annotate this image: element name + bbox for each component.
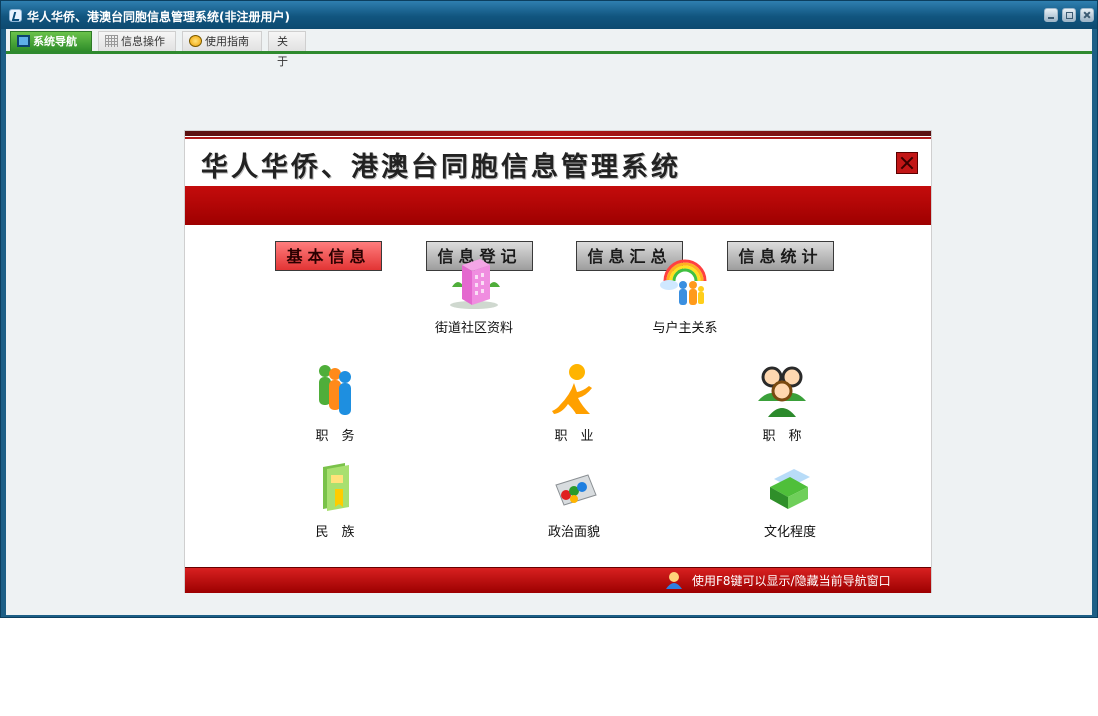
smile-icon [189, 35, 202, 47]
item-label: 政治面貌 [547, 525, 600, 540]
item-ethnicity[interactable]: 民 族 [290, 459, 380, 540]
item-political-status[interactable]: 政治面貌 [529, 459, 619, 540]
users-icon [752, 363, 812, 419]
restore-button[interactable] [1062, 8, 1076, 22]
item-education-level[interactable]: 文化程度 [745, 459, 835, 540]
item-label: 职 业 [554, 429, 594, 444]
tab-label: 使用指南 [205, 35, 249, 48]
puzzle-icon [544, 459, 604, 515]
grid-icon [105, 35, 118, 47]
people-group-icon [305, 363, 365, 419]
title-bar[interactable]: 华人华侨、港澳台同胞信息管理系统(非注册用户) [1, 1, 1097, 29]
item-relation-householder[interactable]: 与户主关系 [630, 255, 740, 336]
panel-footer: 使用F8键可以显示/隐藏当前导航窗口 [185, 567, 931, 593]
item-occupation[interactable]: 职 业 [529, 363, 619, 444]
book-icon [305, 459, 365, 515]
tab-strip: 系统导航 信息操作 使用指南 关于 [6, 29, 1092, 68]
panel-top-border [185, 131, 931, 136]
window-title: 华人华侨、港澳台同胞信息管理系统(非注册用户) [27, 10, 290, 24]
folder-icon [760, 459, 820, 515]
minimize-button[interactable] [1044, 8, 1058, 22]
item-label: 职 称 [762, 429, 802, 444]
item-label: 街道社区资料 [434, 321, 513, 336]
nav-bar: 基本信息 信息登记 信息汇总 信息统计 [185, 186, 931, 271]
running-person-icon [544, 363, 604, 419]
item-position[interactable]: 职 务 [290, 363, 380, 444]
family-rainbow-icon [655, 255, 715, 311]
navigation-panel: 华人华侨、港澳台同胞信息管理系统 基本信息 信息登记 信息汇总 信息统计 街道社… [185, 131, 931, 593]
item-label: 职 务 [315, 429, 355, 444]
tab-label: 信息操作 [121, 35, 165, 48]
item-label: 文化程度 [763, 525, 816, 540]
panel-top-line [185, 137, 931, 139]
building-icon [444, 255, 504, 311]
icon-grid: 街道社区资料 与户主关系 职 务 职 业 职 称 民 族 政治面貌 文化程度 [185, 225, 931, 567]
tab-user-guide[interactable]: 使用指南 [182, 31, 262, 51]
close-button[interactable] [1080, 8, 1094, 22]
tab-info-operations[interactable]: 信息操作 [98, 31, 176, 51]
item-label: 民 族 [315, 525, 355, 540]
panel-title: 华人华侨、港澳台同胞信息管理系统 [201, 152, 681, 183]
panel-close-button[interactable] [896, 152, 918, 174]
tab-underline [6, 51, 1092, 54]
monitor-icon [17, 35, 30, 47]
item-street-community[interactable]: 街道社区资料 [419, 255, 529, 336]
tab-system-nav[interactable]: 系统导航 [10, 31, 92, 51]
footer-hint: 使用F8键可以显示/隐藏当前导航窗口 [692, 574, 891, 588]
app-logo-icon [9, 9, 22, 22]
item-title[interactable]: 职 称 [737, 363, 827, 444]
item-label: 与户主关系 [652, 321, 718, 336]
tab-about[interactable]: 关于 [268, 31, 306, 68]
user-hint-icon [666, 572, 682, 589]
tab-label: 系统导航 [33, 35, 77, 48]
